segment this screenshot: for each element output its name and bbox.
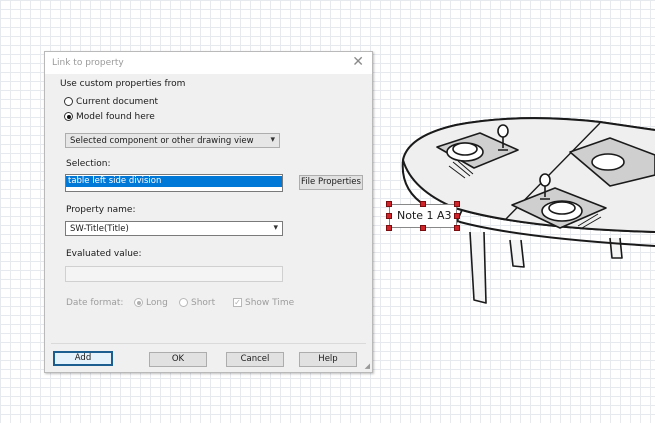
ok-button[interactable]: OK <box>149 352 207 367</box>
date-format-label: Date format: <box>66 298 124 308</box>
property-name-combo[interactable]: SW-Title(Title) ▾ <box>65 221 283 236</box>
radio-date-long-label: Long <box>146 298 168 308</box>
radio-current-document-label: Current document <box>76 97 159 107</box>
show-time-checkbox[interactable]: ✓ <box>233 298 242 307</box>
note-handle[interactable] <box>454 225 460 231</box>
chevron-down-icon: ▾ <box>270 135 275 145</box>
note-handle[interactable] <box>454 201 460 207</box>
note-handle[interactable] <box>386 213 392 219</box>
evaluated-value-field <box>65 266 283 282</box>
selection-listbox[interactable]: table left side division <box>65 174 283 192</box>
component-combo[interactable]: Selected component or other drawing view… <box>65 133 280 148</box>
close-icon[interactable]: ✕ <box>352 55 364 69</box>
button-divider <box>51 343 366 344</box>
note-handle[interactable] <box>386 201 392 207</box>
selection-item[interactable]: table left side division <box>66 176 282 187</box>
dialog-title: Link to property <box>52 58 124 68</box>
resize-grip-icon[interactable]: ◢ <box>365 362 370 370</box>
link-to-property-dialog: Link to property ✕ Use custom properties… <box>44 51 373 373</box>
radio-date-short-label: Short <box>191 298 216 308</box>
note-handle[interactable] <box>420 225 426 231</box>
file-properties-button[interactable]: File Properties <box>299 175 363 190</box>
group-label: Use custom properties from <box>60 79 186 89</box>
property-name-label: Property name: <box>66 205 136 215</box>
help-button[interactable]: Help <box>299 352 357 367</box>
radio-date-long[interactable] <box>134 298 143 307</box>
radio-model-found-here[interactable] <box>64 112 73 121</box>
selection-label: Selection: <box>66 159 111 169</box>
property-name-value: SW-Title(Title) <box>70 224 129 234</box>
note-handle[interactable] <box>420 201 426 207</box>
show-time-label: Show Time <box>245 298 295 308</box>
radio-current-document[interactable] <box>64 97 73 106</box>
radio-date-short[interactable] <box>179 298 188 307</box>
note-handle[interactable] <box>386 225 392 231</box>
add-button[interactable]: Add <box>53 351 113 366</box>
cancel-button[interactable]: Cancel <box>226 352 284 367</box>
note-handle[interactable] <box>454 213 460 219</box>
chevron-down-icon: ▾ <box>273 223 278 233</box>
radio-model-found-here-label: Model found here <box>76 112 155 122</box>
evaluated-value-label: Evaluated value: <box>66 249 142 259</box>
component-combo-value: Selected component or other drawing view <box>70 136 254 146</box>
dialog-titlebar: Link to property ✕ <box>45 52 372 74</box>
